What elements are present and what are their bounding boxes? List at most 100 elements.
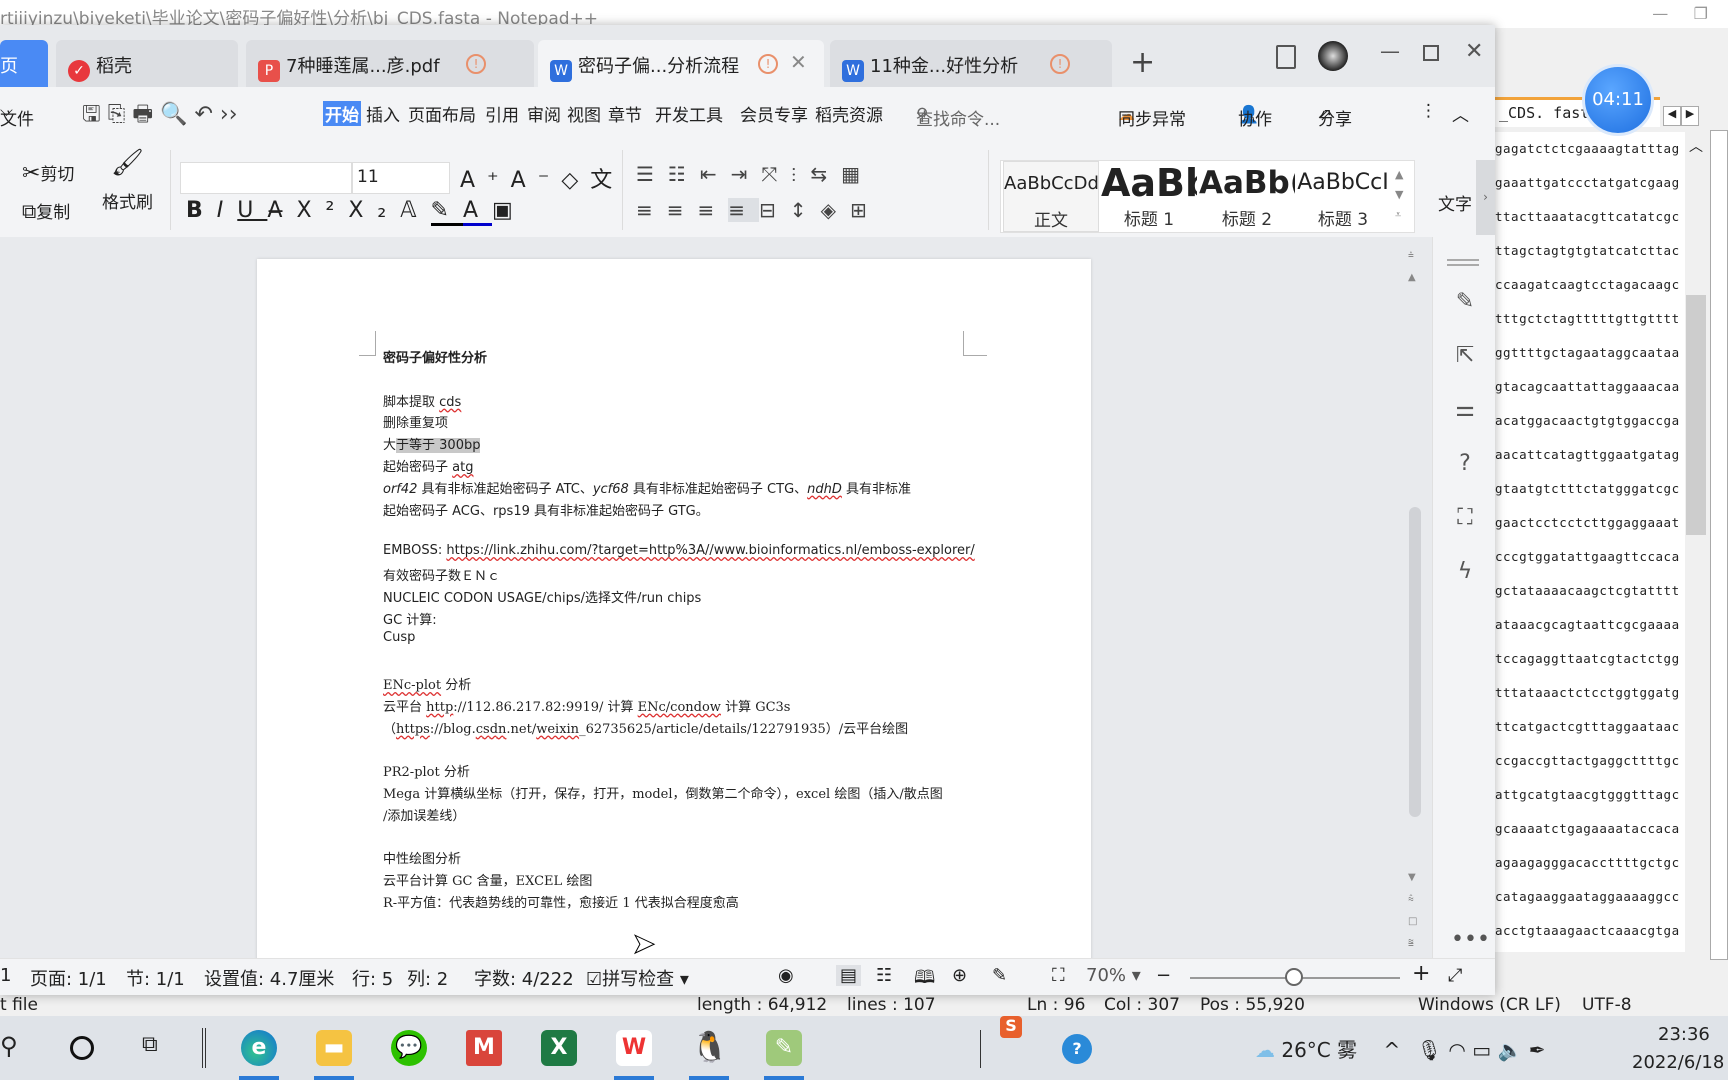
menu-docer-resources[interactable]: 稻壳资源 (815, 101, 883, 126)
notepad-tab-scroll[interactable]: ◀ ▶ (1663, 106, 1699, 126)
lightning-icon[interactable]: ϟ (1451, 559, 1479, 587)
notepad-window-controls[interactable]: — ❐ (1652, 4, 1708, 23)
pane-handle[interactable] (1447, 259, 1479, 261)
scroll-top-icons[interactable]: ⩮ ▲ (1408, 245, 1416, 289)
excel-icon[interactable]: X (541, 1030, 577, 1066)
outline-view-icon[interactable]: ☷ (876, 965, 892, 986)
wifi-icon[interactable]: ◠ (1448, 1038, 1465, 1062)
zoom-slider-handle[interactable] (1285, 968, 1304, 986)
font-format-buttons[interactable]: BIUA̶X²X₂𝔸✎A▣ (186, 198, 527, 226)
show-hidden-icon[interactable]: ^ (1384, 1038, 1401, 1062)
clock-date[interactable]: 2022/6/18 (1632, 1052, 1724, 1073)
more-icon[interactable]: ••• (1451, 927, 1490, 955)
word-count[interactable]: 字数: 4/222 (474, 965, 574, 991)
menu-home[interactable]: 开始 (323, 101, 361, 126)
ribbon-expand-icon[interactable]: › (1476, 160, 1495, 235)
write-mode-icon[interactable]: ✎ (992, 965, 1007, 986)
page-view-icon[interactable]: ▤ (836, 965, 862, 986)
font-name-select[interactable] (180, 162, 352, 194)
notepad-scroll-thumb[interactable] (1686, 295, 1706, 535)
format-painter-button[interactable]: 🖌 格式刷 (102, 148, 153, 213)
close-window-button[interactable]: ✕ (1465, 39, 1483, 64)
help-tray-icon[interactable]: ? (1062, 1034, 1092, 1064)
paragraph-align-buttons[interactable]: ≡≡≡≡⊟↕◈⊞ (636, 198, 881, 222)
maximize-button[interactable] (1423, 45, 1439, 61)
style-heading-1[interactable]: AaBb 标题 1 (1101, 161, 1197, 232)
sogou-ime-icon[interactable]: S (1000, 1016, 1022, 1038)
document-page[interactable]: 密码子偏好性分析 脚本提取 cds 删除重复项 大于等于 300bp 起始密码子 atg… (257, 259, 1091, 982)
edge-icon[interactable]: e (241, 1030, 277, 1066)
fullscreen-icon[interactable]: ⤢ (1448, 965, 1462, 986)
scroll-page-icons[interactable]: ▼ ⩯ □ ⩰ (1408, 867, 1417, 955)
battery-icon[interactable]: ▭ (1472, 1038, 1491, 1062)
tab-pdf[interactable]: P 7种睡莲属...彦.pdf! (246, 40, 534, 87)
volume-icon[interactable]: 🔈 (1497, 1038, 1522, 1062)
tab-left-icon[interactable]: ◀ (1663, 106, 1681, 126)
document-scroll-thumb[interactable] (1409, 507, 1421, 817)
tab-active-document[interactable]: W 密码子偏...分析流程! ✕ (538, 40, 824, 87)
eye-protection-icon[interactable]: ◉ (778, 965, 794, 986)
qq-icon[interactable]: 🐧 (691, 1030, 728, 1066)
tablet-mode-icon[interactable] (1276, 45, 1296, 69)
tab-docer[interactable]: ✓ 稻壳 (56, 40, 238, 87)
tab-document-2[interactable]: W 11种金...好性分析! (830, 40, 1112, 87)
fit-page-icon[interactable]: ⛶ (1052, 965, 1065, 986)
cursor-select-icon[interactable]: ⇱ (1451, 343, 1479, 371)
zoom-select[interactable]: 70% ▾ (1086, 965, 1141, 986)
font-size-select[interactable]: 11 (352, 162, 450, 194)
wps-icon[interactable]: W (616, 1030, 652, 1066)
close-tab-icon[interactable]: ✕ (790, 50, 807, 74)
microphone-icon[interactable]: 🎙 (1417, 1038, 1442, 1062)
style-heading-3[interactable]: AaBbCcI 标题 3 (1295, 161, 1391, 232)
help-icon[interactable]: ? (1451, 451, 1479, 479)
collapse-ribbon-icon[interactable]: ︿ (1452, 101, 1469, 126)
menu-page-layout[interactable]: 页面布局 (408, 101, 476, 126)
zoom-in-button[interactable]: + (1412, 961, 1430, 986)
menu-file[interactable]: 文件 ⌵ (0, 101, 34, 130)
text-tools-button[interactable]: 文字 (1438, 190, 1472, 215)
sliders-icon[interactable]: ⚌ (1451, 397, 1479, 425)
weather-text[interactable]: 26°C 雾 (1281, 1038, 1357, 1062)
menu-view[interactable]: 视图 (567, 101, 601, 126)
timer-bubble[interactable]: 04:11 (1582, 64, 1654, 136)
tab-home[interactable]: 页 (0, 40, 48, 87)
avatar[interactable] (1318, 41, 1348, 71)
more-menu-icon[interactable]: ⋮ (1420, 101, 1437, 121)
search-icon[interactable]: ⚲ (0, 1032, 18, 1060)
m-app-icon[interactable]: M (466, 1030, 502, 1066)
notepadpp-icon[interactable]: ✎ (766, 1030, 802, 1066)
menu-member[interactable]: 会员专享 (740, 101, 808, 126)
menu-chapter[interactable]: 章节 (608, 101, 642, 126)
file-explorer-icon[interactable]: ▬ (316, 1030, 352, 1066)
cortana-icon[interactable] (70, 1036, 94, 1060)
menu-insert[interactable]: 插入 (366, 101, 400, 126)
page-indicator[interactable]: 页面: 1/1 (30, 965, 107, 991)
paragraph-tools-row1[interactable]: ☰☷⇤⇥⤧⫶⇆▦ (636, 162, 874, 186)
notepad-text[interactable]: gagatctctcgaaaagtatttag gaaattgatccctatga… (1495, 132, 1685, 952)
zoom-out-button[interactable]: − (1156, 965, 1171, 986)
pen-icon[interactable]: ✒ (1529, 1038, 1546, 1062)
menu-developer[interactable]: 开发工具 (655, 101, 723, 126)
quick-access-icons[interactable]: 🖫 ⎘ 🖶 🔍 ↶ ›› (82, 97, 238, 135)
style-heading-2[interactable]: AaBb(标题 2 (1199, 161, 1295, 232)
style-scroll-icons[interactable]: ▲ ▼ ⩡ (1395, 165, 1403, 225)
task-view-icon[interactable]: ⧉ (142, 1032, 158, 1057)
reading-view-icon[interactable]: 🕮 (914, 965, 935, 995)
web-view-icon[interactable]: ⊕ (952, 965, 967, 986)
style-normal[interactable]: AaBbCcDd 正文 (1003, 161, 1099, 232)
new-tab-button[interactable]: + (1130, 45, 1155, 80)
pen-icon[interactable]: ✎ (1451, 289, 1479, 317)
tab-right-icon[interactable]: ▶ (1681, 106, 1699, 126)
notepad-document-map[interactable] (1710, 130, 1728, 960)
menu-review[interactable]: 审阅 (527, 101, 561, 126)
cut-button[interactable]: ✂剪切 (22, 160, 74, 186)
notepad-scrollbar[interactable]: ︿ (1685, 132, 1707, 952)
minimize-button[interactable]: — (1380, 39, 1400, 63)
scroll-up-icon[interactable]: ︿ (1685, 136, 1707, 156)
clock-time[interactable]: 23:36 (1658, 1024, 1710, 1045)
spell-check-button[interactable]: ☑拼写检查 ▾ (586, 965, 689, 991)
image-tools-icon[interactable]: ⛶ (1451, 505, 1479, 533)
copy-button[interactable]: ⧉复制 (22, 198, 70, 223)
menu-references[interactable]: 引用 (485, 101, 519, 126)
wechat-icon[interactable]: 💬 (391, 1030, 427, 1066)
